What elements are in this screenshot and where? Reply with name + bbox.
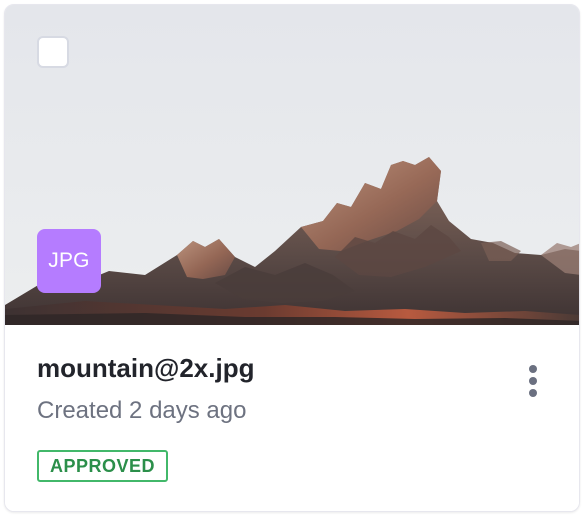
status-badge: APPROVED bbox=[37, 450, 169, 482]
image-thumbnail[interactable]: JPG bbox=[5, 5, 579, 325]
more-dot-2 bbox=[529, 377, 537, 385]
card-content: mountain@2x.jpg Created 2 days ago APPRO… bbox=[5, 325, 579, 511]
more-options-button[interactable] bbox=[517, 361, 549, 401]
created-time: Created 2 days ago bbox=[37, 397, 247, 424]
more-dot-3 bbox=[529, 389, 537, 397]
more-dot-1 bbox=[529, 365, 537, 373]
file-name[interactable]: mountain@2x.jpg bbox=[37, 353, 254, 384]
file-type-badge: JPG bbox=[37, 229, 101, 293]
select-checkbox[interactable] bbox=[37, 36, 69, 68]
file-card[interactable]: JPG mountain@2x.jpg Created 2 days ago A… bbox=[4, 4, 580, 512]
